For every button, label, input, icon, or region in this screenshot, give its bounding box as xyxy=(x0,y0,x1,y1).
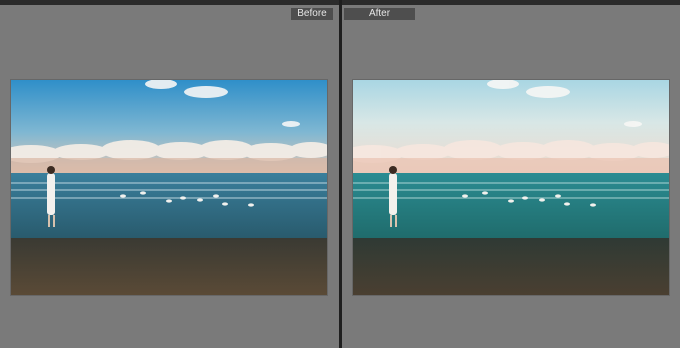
before-pane: Before xyxy=(0,5,339,348)
after-photo xyxy=(353,80,669,295)
before-photo xyxy=(11,80,327,295)
before-label: Before xyxy=(291,8,333,20)
after-pane: After xyxy=(342,5,680,348)
after-label: After xyxy=(344,8,415,20)
